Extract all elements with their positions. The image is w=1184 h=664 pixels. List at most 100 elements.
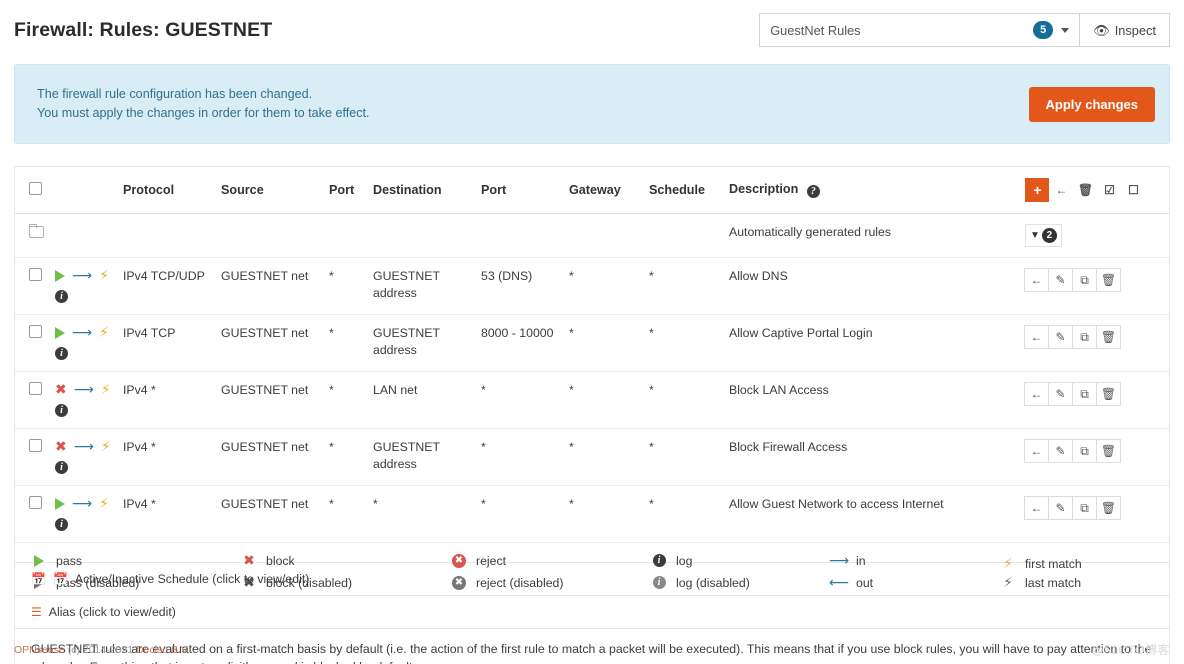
add-rule-button[interactable]: +: [1025, 178, 1050, 202]
inspect-button-label: Inspect: [1115, 23, 1156, 38]
table-row[interactable]: ✖ ⟶ ⚡ i IPv4 * GUESTNET net * GUESTNET a…: [15, 429, 1169, 486]
row-dest-port: *: [475, 372, 563, 429]
row-status-icons: ✖ ⟶ ⚡ i: [49, 372, 117, 429]
row-source-port: *: [323, 258, 367, 315]
row-select-cell: [15, 315, 49, 372]
first-match-bolt-icon: ⚡: [99, 497, 109, 511]
edit-rule-button[interactable]: ✎: [1048, 268, 1073, 292]
row-schedule: *: [643, 486, 723, 543]
log-info-icon: i: [55, 290, 68, 303]
table-row[interactable]: ⟶ ⚡ i IPv4 * GUESTNET net * * * * * Allo…: [15, 486, 1169, 543]
clone-rule-button[interactable]: ⧉: [1072, 382, 1097, 406]
expand-auto-rules-button[interactable]: ▼ 2: [1025, 224, 1062, 247]
edit-rule-button[interactable]: ✎: [1048, 382, 1073, 406]
row-description: Block LAN Access: [723, 372, 1019, 429]
row-checkbox[interactable]: [29, 382, 42, 395]
footer-vendor[interactable]: Deciso B.V.: [136, 644, 190, 656]
col-destination: Destination: [367, 167, 475, 214]
row-select-cell: [15, 372, 49, 429]
row-gateway: *: [563, 315, 643, 372]
move-rule-button[interactable]: ←: [1024, 382, 1049, 406]
delete-rule-button[interactable]: 🗑: [1096, 268, 1121, 292]
clone-rule-button[interactable]: ⧉: [1072, 325, 1097, 349]
arrow-in-icon: ⟶: [72, 497, 92, 511]
apply-changes-button[interactable]: Apply changes: [1029, 87, 1155, 122]
table-row[interactable]: ✖ ⟶ ⚡ i IPv4 * GUESTNET net * LAN net * …: [15, 372, 1169, 429]
legend-label: last match: [1025, 576, 1081, 590]
col-select: [15, 167, 49, 214]
select-all-button[interactable]: ☑: [1097, 178, 1122, 202]
row-protocol: IPv4 TCP/UDP: [117, 258, 215, 315]
clone-rule-button[interactable]: ⧉: [1072, 268, 1097, 292]
delete-selected-button[interactable]: 🗑: [1073, 178, 1098, 202]
row-protocol: IPv4 *: [117, 429, 215, 486]
row-source-port: *: [323, 372, 367, 429]
legend-label: first match: [1025, 557, 1082, 571]
clone-rule-button[interactable]: ⧉: [1072, 496, 1097, 520]
delete-rule-button[interactable]: 🗑: [1096, 439, 1121, 463]
row-destination: GUESTNET address: [367, 258, 475, 315]
ruleset-select-value: GuestNet Rules: [770, 23, 1033, 38]
row-schedule: *: [643, 372, 723, 429]
row-destination: GUESTNET address: [367, 429, 475, 486]
table-row[interactable]: ⟶ ⚡ i IPv4 TCP GUESTNET net * GUESTNET a…: [15, 315, 1169, 372]
table-row[interactable]: ⟶ ⚡ i IPv4 TCP/UDP GUESTNET net * GUESTN…: [15, 258, 1169, 315]
delete-rule-button[interactable]: 🗑: [1096, 496, 1121, 520]
row-dest-port: *: [475, 486, 563, 543]
auto-row-destination: [367, 214, 475, 258]
col-dest-port: Port: [475, 167, 563, 214]
row-checkbox[interactable]: [29, 325, 42, 338]
alias-legend-row[interactable]: ☰ Alias (click to view/edit): [14, 596, 1170, 629]
clone-rule-button[interactable]: ⧉: [1072, 439, 1097, 463]
edit-rule-button[interactable]: ✎: [1048, 496, 1073, 520]
row-dest-port: 53 (DNS): [475, 258, 563, 315]
row-source-port: *: [323, 315, 367, 372]
delete-rule-button[interactable]: 🗑: [1096, 325, 1121, 349]
table-header-row: Protocol Source Port Destination Port Ga…: [15, 167, 1169, 214]
delete-rule-button[interactable]: 🗑: [1096, 382, 1121, 406]
move-rule-button[interactable]: ←: [1024, 268, 1049, 292]
row-description: Allow Captive Portal Login: [723, 315, 1019, 372]
row-actions-cell: ← ✎ ⧉ 🗑: [1019, 429, 1169, 486]
edit-rule-button[interactable]: ✎: [1048, 325, 1073, 349]
col-gateway: Gateway: [563, 167, 643, 214]
legend-item-reject: ✖ reject: [451, 551, 651, 570]
pass-triangle-icon: [34, 555, 44, 567]
row-actions-cell: ← ✎ ⧉ 🗑: [1019, 486, 1169, 543]
footer-copyright: OPNsense (c) 2014-2021 Deciso B.V.: [14, 644, 190, 656]
page-title: Firewall: Rules: GUESTNET: [14, 19, 272, 42]
header-controls: GuestNet Rules 5 👁 Inspect: [759, 13, 1170, 47]
auto-generated-rules-row[interactable]: Automatically generated rules ▼ 2: [15, 214, 1169, 258]
legend-item-block: ✖ block: [241, 551, 451, 570]
select-all-checkbox[interactable]: [29, 182, 42, 195]
row-checkbox[interactable]: [29, 268, 42, 281]
row-source-port: *: [323, 429, 367, 486]
help-circle-icon[interactable]: ?: [807, 185, 820, 198]
ruleset-select[interactable]: GuestNet Rules 5: [759, 13, 1079, 47]
row-checkbox[interactable]: [29, 439, 42, 452]
legend-item-last-match: ⚡ last match: [1000, 573, 1184, 592]
arrow-in-icon: ⟶: [829, 554, 849, 568]
firewall-rules-page: Firewall: Rules: GUESTNET GuestNet Rules…: [0, 0, 1184, 664]
move-rule-button[interactable]: ←: [1024, 325, 1049, 349]
edit-rule-button[interactable]: ✎: [1048, 439, 1073, 463]
first-match-bolt-icon: ⚡: [99, 326, 109, 340]
deselect-all-button[interactable]: ☐: [1121, 178, 1146, 202]
legend-item-log: i log: [651, 551, 831, 570]
row-checkbox[interactable]: [29, 496, 42, 509]
move-selected-button[interactable]: ←: [1049, 178, 1074, 202]
move-rule-button[interactable]: ←: [1024, 439, 1049, 463]
auto-row-source-port: [323, 214, 367, 258]
row-description: Allow DNS: [723, 258, 1019, 315]
calendar-inactive-icon: 📅: [53, 572, 68, 586]
col-icons: [49, 167, 117, 214]
col-description: Description ?: [723, 167, 1019, 214]
move-rule-button[interactable]: ←: [1024, 496, 1049, 520]
row-destination: *: [367, 486, 475, 543]
row-description: Allow Guest Network to access Internet: [723, 486, 1019, 543]
legend-item-first-match: ⚡ first match: [1000, 554, 1184, 573]
row-status-icons: ⟶ ⚡ i: [49, 486, 117, 543]
auto-row-description: Automatically generated rules: [723, 214, 1019, 258]
log-info-icon: i: [55, 518, 68, 531]
inspect-button[interactable]: 👁 Inspect: [1079, 13, 1170, 47]
